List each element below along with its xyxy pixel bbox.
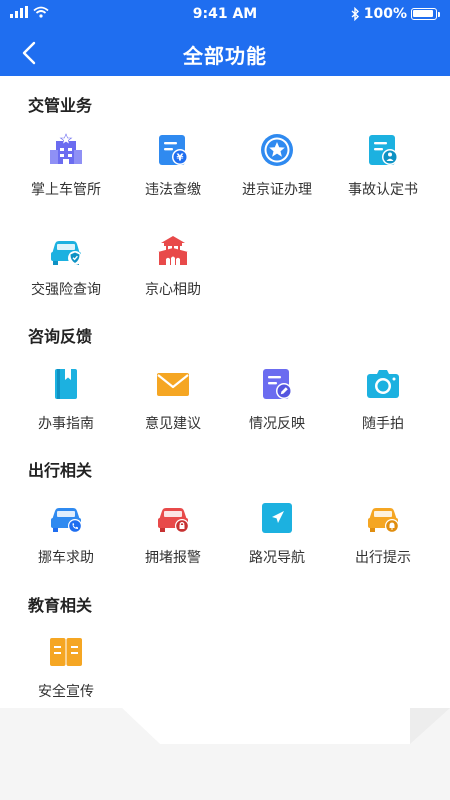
item-insurance-query[interactable]: 交强险查询 bbox=[10, 232, 122, 299]
item-label: 安全宣传 bbox=[38, 684, 94, 700]
item-snapshot[interactable]: 随手拍 bbox=[327, 366, 439, 433]
item-service-guide[interactable]: 办事指南 bbox=[10, 366, 122, 433]
car-bell-icon bbox=[368, 508, 399, 533]
item-safety-promotion[interactable]: 安全宣传 bbox=[10, 634, 122, 701]
item-jingxin-help[interactable]: 京心相助 bbox=[117, 232, 229, 299]
svg-text:¥: ¥ bbox=[177, 153, 184, 164]
car-phone-icon bbox=[51, 508, 82, 533]
item-situation-report[interactable]: 情况反映 bbox=[221, 366, 333, 433]
item-vehicle-office[interactable]: 掌上车管所 bbox=[10, 132, 122, 199]
accident-document-icon bbox=[369, 135, 398, 165]
decorative-shape bbox=[0, 708, 450, 800]
navigation-arrow-icon bbox=[262, 503, 292, 533]
item-label: 路况导航 bbox=[249, 550, 305, 566]
envelope-icon bbox=[157, 373, 189, 396]
item-label: 京心相助 bbox=[145, 282, 201, 298]
star-badge-icon bbox=[261, 134, 293, 166]
app-header: 9:41 AM 100% 全部功能 bbox=[0, 0, 450, 76]
battery-tip bbox=[438, 11, 440, 17]
office-building-icon bbox=[50, 133, 82, 164]
nav-bar: 全部功能 bbox=[0, 30, 450, 76]
page-title: 全部功能 bbox=[183, 44, 267, 68]
item-congestion-alarm[interactable]: 拥堵报警 bbox=[117, 500, 229, 567]
tiananmen-icon bbox=[158, 236, 188, 265]
section-title-education: 教育相关 bbox=[28, 596, 93, 615]
battery-percent: 100% bbox=[363, 6, 407, 22]
item-label: 意见建议 bbox=[145, 416, 201, 432]
item-label: 挪车求助 bbox=[38, 550, 94, 566]
status-bar: 9:41 AM 100% bbox=[0, 0, 450, 30]
item-label: 出行提示 bbox=[355, 550, 411, 566]
edit-document-icon bbox=[263, 369, 292, 399]
item-move-car-help[interactable]: 挪车求助 bbox=[10, 500, 122, 567]
bottom-decoration bbox=[0, 708, 450, 800]
status-battery-group: 100% bbox=[351, 6, 440, 22]
item-label: 随手拍 bbox=[362, 416, 404, 432]
item-label: 办事指南 bbox=[38, 416, 94, 432]
item-road-navigation[interactable]: 路况导航 bbox=[221, 500, 333, 567]
bluetooth-icon bbox=[351, 7, 359, 21]
item-label: 情况反映 bbox=[249, 416, 305, 432]
fine-document-icon: ¥ bbox=[159, 135, 188, 165]
item-suggestions[interactable]: 意见建议 bbox=[117, 366, 229, 433]
camera-icon bbox=[367, 370, 399, 398]
section-title-travel: 出行相关 bbox=[28, 461, 93, 480]
open-book-icon bbox=[50, 638, 82, 666]
item-accident-report[interactable]: 事故认定书 bbox=[327, 132, 439, 199]
item-label: 违法查缴 bbox=[145, 182, 201, 198]
item-label: 进京证办理 bbox=[242, 182, 312, 198]
car-alarm-icon bbox=[158, 508, 189, 533]
item-label: 掌上车管所 bbox=[31, 182, 101, 198]
car-insurance-icon bbox=[51, 241, 82, 265]
item-label: 交强险查询 bbox=[31, 282, 101, 298]
item-violation-payment[interactable]: ¥ 违法查缴 bbox=[117, 132, 229, 199]
item-label: 拥堵报警 bbox=[145, 550, 201, 566]
guide-book-icon bbox=[55, 369, 77, 399]
battery-icon bbox=[411, 8, 437, 20]
section-title-feedback: 咨询反馈 bbox=[28, 327, 93, 346]
item-label: 事故认定书 bbox=[348, 182, 418, 198]
item-beijing-permit[interactable]: 进京证办理 bbox=[221, 132, 333, 199]
item-travel-tips[interactable]: 出行提示 bbox=[327, 500, 439, 567]
section-title-traffic: 交管业务 bbox=[28, 96, 93, 115]
